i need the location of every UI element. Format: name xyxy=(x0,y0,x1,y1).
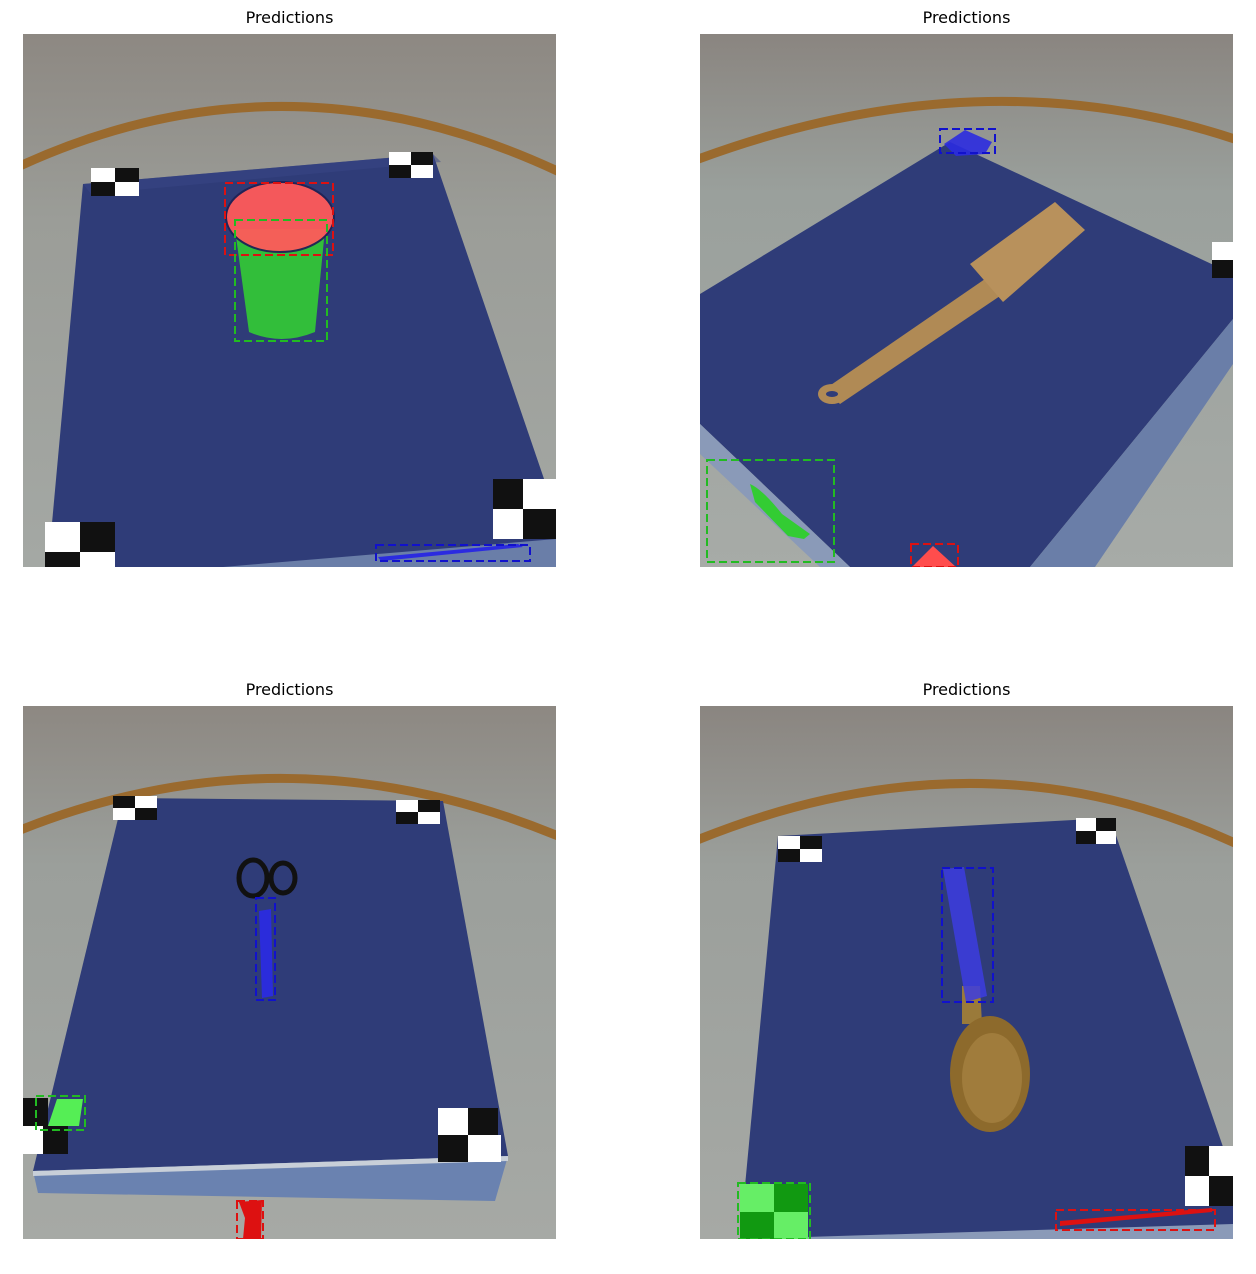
checker-marker xyxy=(1212,242,1233,278)
checker-marker xyxy=(438,1108,501,1162)
checker-marker xyxy=(45,522,115,567)
panel-title: Predictions xyxy=(922,680,1011,699)
checker-marker xyxy=(493,479,556,539)
checker-marker xyxy=(1185,1146,1233,1206)
prediction-image-spoon xyxy=(700,706,1233,1239)
checker-marker xyxy=(1076,818,1116,844)
prediction-image-cup xyxy=(23,34,556,567)
checker-marker xyxy=(778,836,822,862)
checker-marker xyxy=(91,168,139,196)
mask-green xyxy=(740,1184,808,1239)
panel-title: Predictions xyxy=(245,8,334,27)
mask-red xyxy=(225,181,335,253)
prediction-image-spatula xyxy=(700,34,1233,567)
checker-marker xyxy=(396,800,440,824)
prediction-image-scissors xyxy=(23,706,556,1239)
panel-title: Predictions xyxy=(245,680,334,699)
checker-marker xyxy=(113,796,157,820)
panel-title: Predictions xyxy=(922,8,1011,27)
checker-marker xyxy=(389,152,433,178)
